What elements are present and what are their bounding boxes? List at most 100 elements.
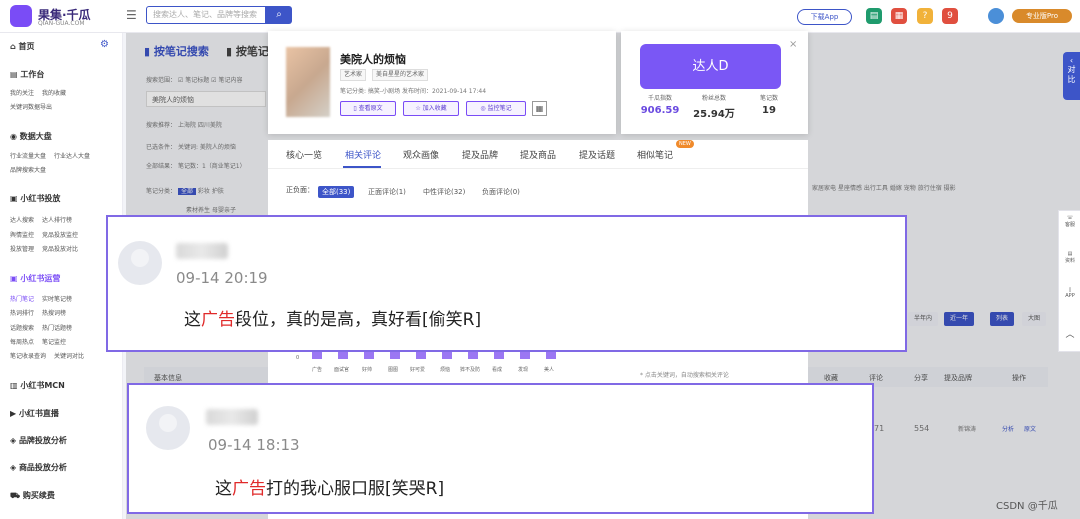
sidebar-item-export[interactable]: 关键词数据导出 bbox=[10, 102, 52, 111]
chip-neutral[interactable]: 中性评论(32) bbox=[419, 186, 469, 198]
back-to-top-icon[interactable]: ︿ bbox=[1059, 327, 1080, 340]
chart-word[interactable]: 广告 bbox=[312, 366, 322, 373]
comment-text: 这广告打的我心服口服[笑哭R] bbox=[215, 479, 445, 499]
menu-toggle-icon[interactable]: ☰ bbox=[126, 8, 137, 22]
chart-word[interactable]: 美人 bbox=[544, 366, 554, 373]
tab-brands[interactable]: 提及品牌 bbox=[462, 148, 498, 161]
sidebar-ops-row-4[interactable]: 每周热点 笔记监控 bbox=[10, 337, 74, 346]
help-icon[interactable]: ? bbox=[917, 8, 933, 24]
comment-text: 这广告段位，真的是高，真好看[偷笑R] bbox=[184, 310, 482, 330]
add-favorite-button[interactable]: ☆ 加入收藏 bbox=[403, 101, 459, 116]
customer-service-button[interactable]: ☏ 客服 bbox=[1059, 215, 1080, 228]
sentiment-label: 正负面： bbox=[286, 186, 314, 194]
notification-icon[interactable]: 9 bbox=[942, 8, 958, 24]
note-tag: 艺术家 bbox=[340, 69, 367, 81]
comment-time: 09-14 20:19 bbox=[176, 269, 268, 287]
sidebar-item-product-analysis[interactable]: ◈ 商品投放分析 bbox=[10, 462, 67, 473]
monitor-note-button[interactable]: ◎ 监控笔记 bbox=[466, 101, 526, 116]
active-tab-indicator bbox=[343, 166, 381, 168]
chip-positive[interactable]: 正面评论(1) bbox=[364, 186, 410, 198]
watermark: CSDN @千瓜 bbox=[996, 501, 1058, 512]
comment-card: 09-14 18:13 这广告打的我心服口服[笑哭R] bbox=[127, 383, 874, 514]
stat-value: 25.94万 bbox=[693, 109, 735, 120]
chart-word[interactable]: 发现 bbox=[518, 366, 528, 373]
chevron-left-icon: ‹ bbox=[1069, 56, 1074, 65]
comment-time: 09-14 18:13 bbox=[208, 436, 300, 454]
sidebar-ops-row-3[interactable]: 话题搜索 热门话题榜 bbox=[10, 323, 80, 332]
view-original-button[interactable]: ▯ 查看原文 bbox=[340, 101, 396, 116]
sidebar-ads-row-1[interactable]: 达人搜索 达人排行榜 bbox=[10, 215, 80, 224]
stat-value: 906.59 bbox=[640, 105, 680, 116]
pro-version-button[interactable]: 专业版Pro bbox=[1012, 9, 1072, 23]
chart-word[interactable]: 猝不及防 bbox=[460, 366, 480, 373]
user-avatar[interactable] bbox=[988, 8, 1004, 24]
sidebar-item-brand-analysis[interactable]: ◈ 品牌投放分析 bbox=[10, 435, 67, 446]
note-detail-card: 美院人的烦恼 艺术家 美自星星的艺术家 笔记分类: 搞笑-小剧场 发布时间：20… bbox=[268, 31, 616, 134]
app-button[interactable]: ▯ APP bbox=[1059, 287, 1080, 299]
sidebar-item-xhs-ads[interactable]: ▣ 小红书投放 bbox=[10, 193, 60, 204]
chart-word[interactable]: 面试官 bbox=[334, 366, 349, 373]
qiangua-logo-icon[interactable] bbox=[10, 5, 32, 27]
sidebar-ops-row-1[interactable]: 热门笔记 实时笔记榜 bbox=[10, 294, 80, 303]
chart-word[interactable]: 看成 bbox=[492, 366, 502, 373]
sidebar-item-brand-rank[interactable]: 品牌搜索大盘 bbox=[10, 165, 46, 174]
sidebar-item-xhs-ops[interactable]: ▣ 小红书运营 bbox=[10, 273, 60, 284]
keyword-highlight: 广告 bbox=[232, 479, 266, 499]
sidebar-item-workbench[interactable]: ▤ 工作台 bbox=[10, 69, 44, 80]
chart-word[interactable]: 图图 bbox=[388, 366, 398, 373]
tab-topics[interactable]: 提及话题 bbox=[579, 148, 615, 161]
apps-icon[interactable]: ▦ bbox=[891, 8, 907, 24]
commenter-name-blurred bbox=[206, 409, 258, 425]
expert-profile-button[interactable]: 达人D bbox=[640, 44, 781, 89]
note-thumbnail[interactable] bbox=[286, 47, 330, 117]
new-badge: NEW bbox=[676, 140, 694, 148]
sidebar-ads-row-3[interactable]: 投放管理 竞品投放对比 bbox=[10, 244, 86, 253]
chart-word[interactable]: 好可爱 bbox=[410, 366, 425, 373]
sidebar-item-mcn[interactable]: ▥ 小红书MCN bbox=[10, 380, 65, 391]
logo-subtext: QIAN-GUA.COM bbox=[38, 20, 85, 27]
sidebar-item-home[interactable]: ⌂ 首页 bbox=[10, 41, 35, 52]
search-input[interactable]: 搜索达人、笔记、品牌等搜索 bbox=[146, 6, 266, 24]
sidebar-ads-row-2[interactable]: 舆情监控 竞品投放监控 bbox=[10, 230, 86, 239]
sidebar-ops-row-5[interactable]: 笔记收录查询 关键词对比 bbox=[10, 351, 92, 360]
sidebar-data-items[interactable]: 行业流量大盘 行业达人大盘 bbox=[10, 151, 98, 160]
sidebar-item-live[interactable]: ▶ 小红书直播 bbox=[10, 408, 59, 419]
tab-core-overview[interactable]: 核心一览 bbox=[286, 148, 322, 161]
stat-value: 19 bbox=[762, 105, 776, 116]
download-app-button[interactable]: 下载App bbox=[797, 9, 852, 25]
stat-label: 千瓜指数 bbox=[647, 95, 672, 102]
search-button[interactable]: ⌕ bbox=[266, 6, 292, 24]
sidebar-item-purchase[interactable]: ⛟ 购买续费 bbox=[10, 490, 55, 501]
modal-tab-bar: 核心一览 相关评论 观众画像 提及品牌 提及商品 提及话题 相似笔记 NEW bbox=[268, 140, 808, 169]
floating-toolbar: ☏ 客服 ▤ 资料 ▯ APP ︿ bbox=[1058, 210, 1080, 352]
commenter-avatar[interactable] bbox=[118, 241, 162, 285]
document-icon: ▤ bbox=[1067, 251, 1073, 257]
qr-code-icon[interactable]: ▦ bbox=[532, 101, 547, 116]
tab-related-comments[interactable]: 相关评论 bbox=[345, 148, 381, 161]
message-icon[interactable]: ▤ bbox=[866, 8, 882, 24]
chip-negative[interactable]: 负面评论(0) bbox=[478, 186, 524, 198]
compare-side-tab[interactable]: ‹ 对比 bbox=[1063, 52, 1080, 100]
top-bar: 果集·千瓜 QIAN-GUA.COM ☰ 搜索达人、笔记、品牌等搜索 ⌕ 下载A… bbox=[0, 0, 1080, 33]
note-meta: 笔记分类: 搞笑-小剧场 发布时间：2021-09-14 17:44 bbox=[340, 88, 487, 95]
tab-products[interactable]: 提及商品 bbox=[520, 148, 556, 161]
commenter-avatar[interactable] bbox=[146, 406, 190, 450]
sidebar-item-data-screen[interactable]: ◉ 数据大盘 bbox=[10, 131, 52, 142]
chart-word[interactable]: 烦恼 bbox=[440, 366, 450, 373]
sidebar-ops-row-2[interactable]: 热词排行 热搜词榜 bbox=[10, 308, 74, 317]
sidebar-workbench-items[interactable]: 我的关注 我的收藏 bbox=[10, 88, 74, 97]
sidebar: ⌂ 首页 ⚙ ▤ 工作台 我的关注 我的收藏 关键词数据导出 ◉ 数据大盘 行业流… bbox=[0, 33, 123, 519]
close-icon[interactable]: × bbox=[789, 39, 797, 50]
settings-gear-icon[interactable]: ⚙ bbox=[100, 39, 109, 50]
chip-all[interactable]: 全部(33) bbox=[318, 186, 355, 198]
expert-card: 达人D × 千瓜指数 906.59 粉丝总数 25.94万 笔记数 19 bbox=[621, 31, 808, 134]
tab-similar-notes[interactable]: 相似笔记 bbox=[637, 148, 673, 161]
resources-button[interactable]: ▤ 资料 bbox=[1059, 251, 1080, 264]
chart-word[interactable]: 好帅 bbox=[362, 366, 372, 373]
note-title: 美院人的烦恼 bbox=[340, 53, 406, 66]
search-icon: ⌕ bbox=[276, 9, 282, 20]
comment-card: 09-14 20:19 这广告段位，真的是高，真好看[偷笑R] bbox=[106, 215, 907, 352]
tab-audience[interactable]: 观众画像 bbox=[403, 148, 439, 161]
notification-count: 9 bbox=[947, 11, 953, 21]
keyword-highlight: 广告 bbox=[201, 310, 235, 330]
